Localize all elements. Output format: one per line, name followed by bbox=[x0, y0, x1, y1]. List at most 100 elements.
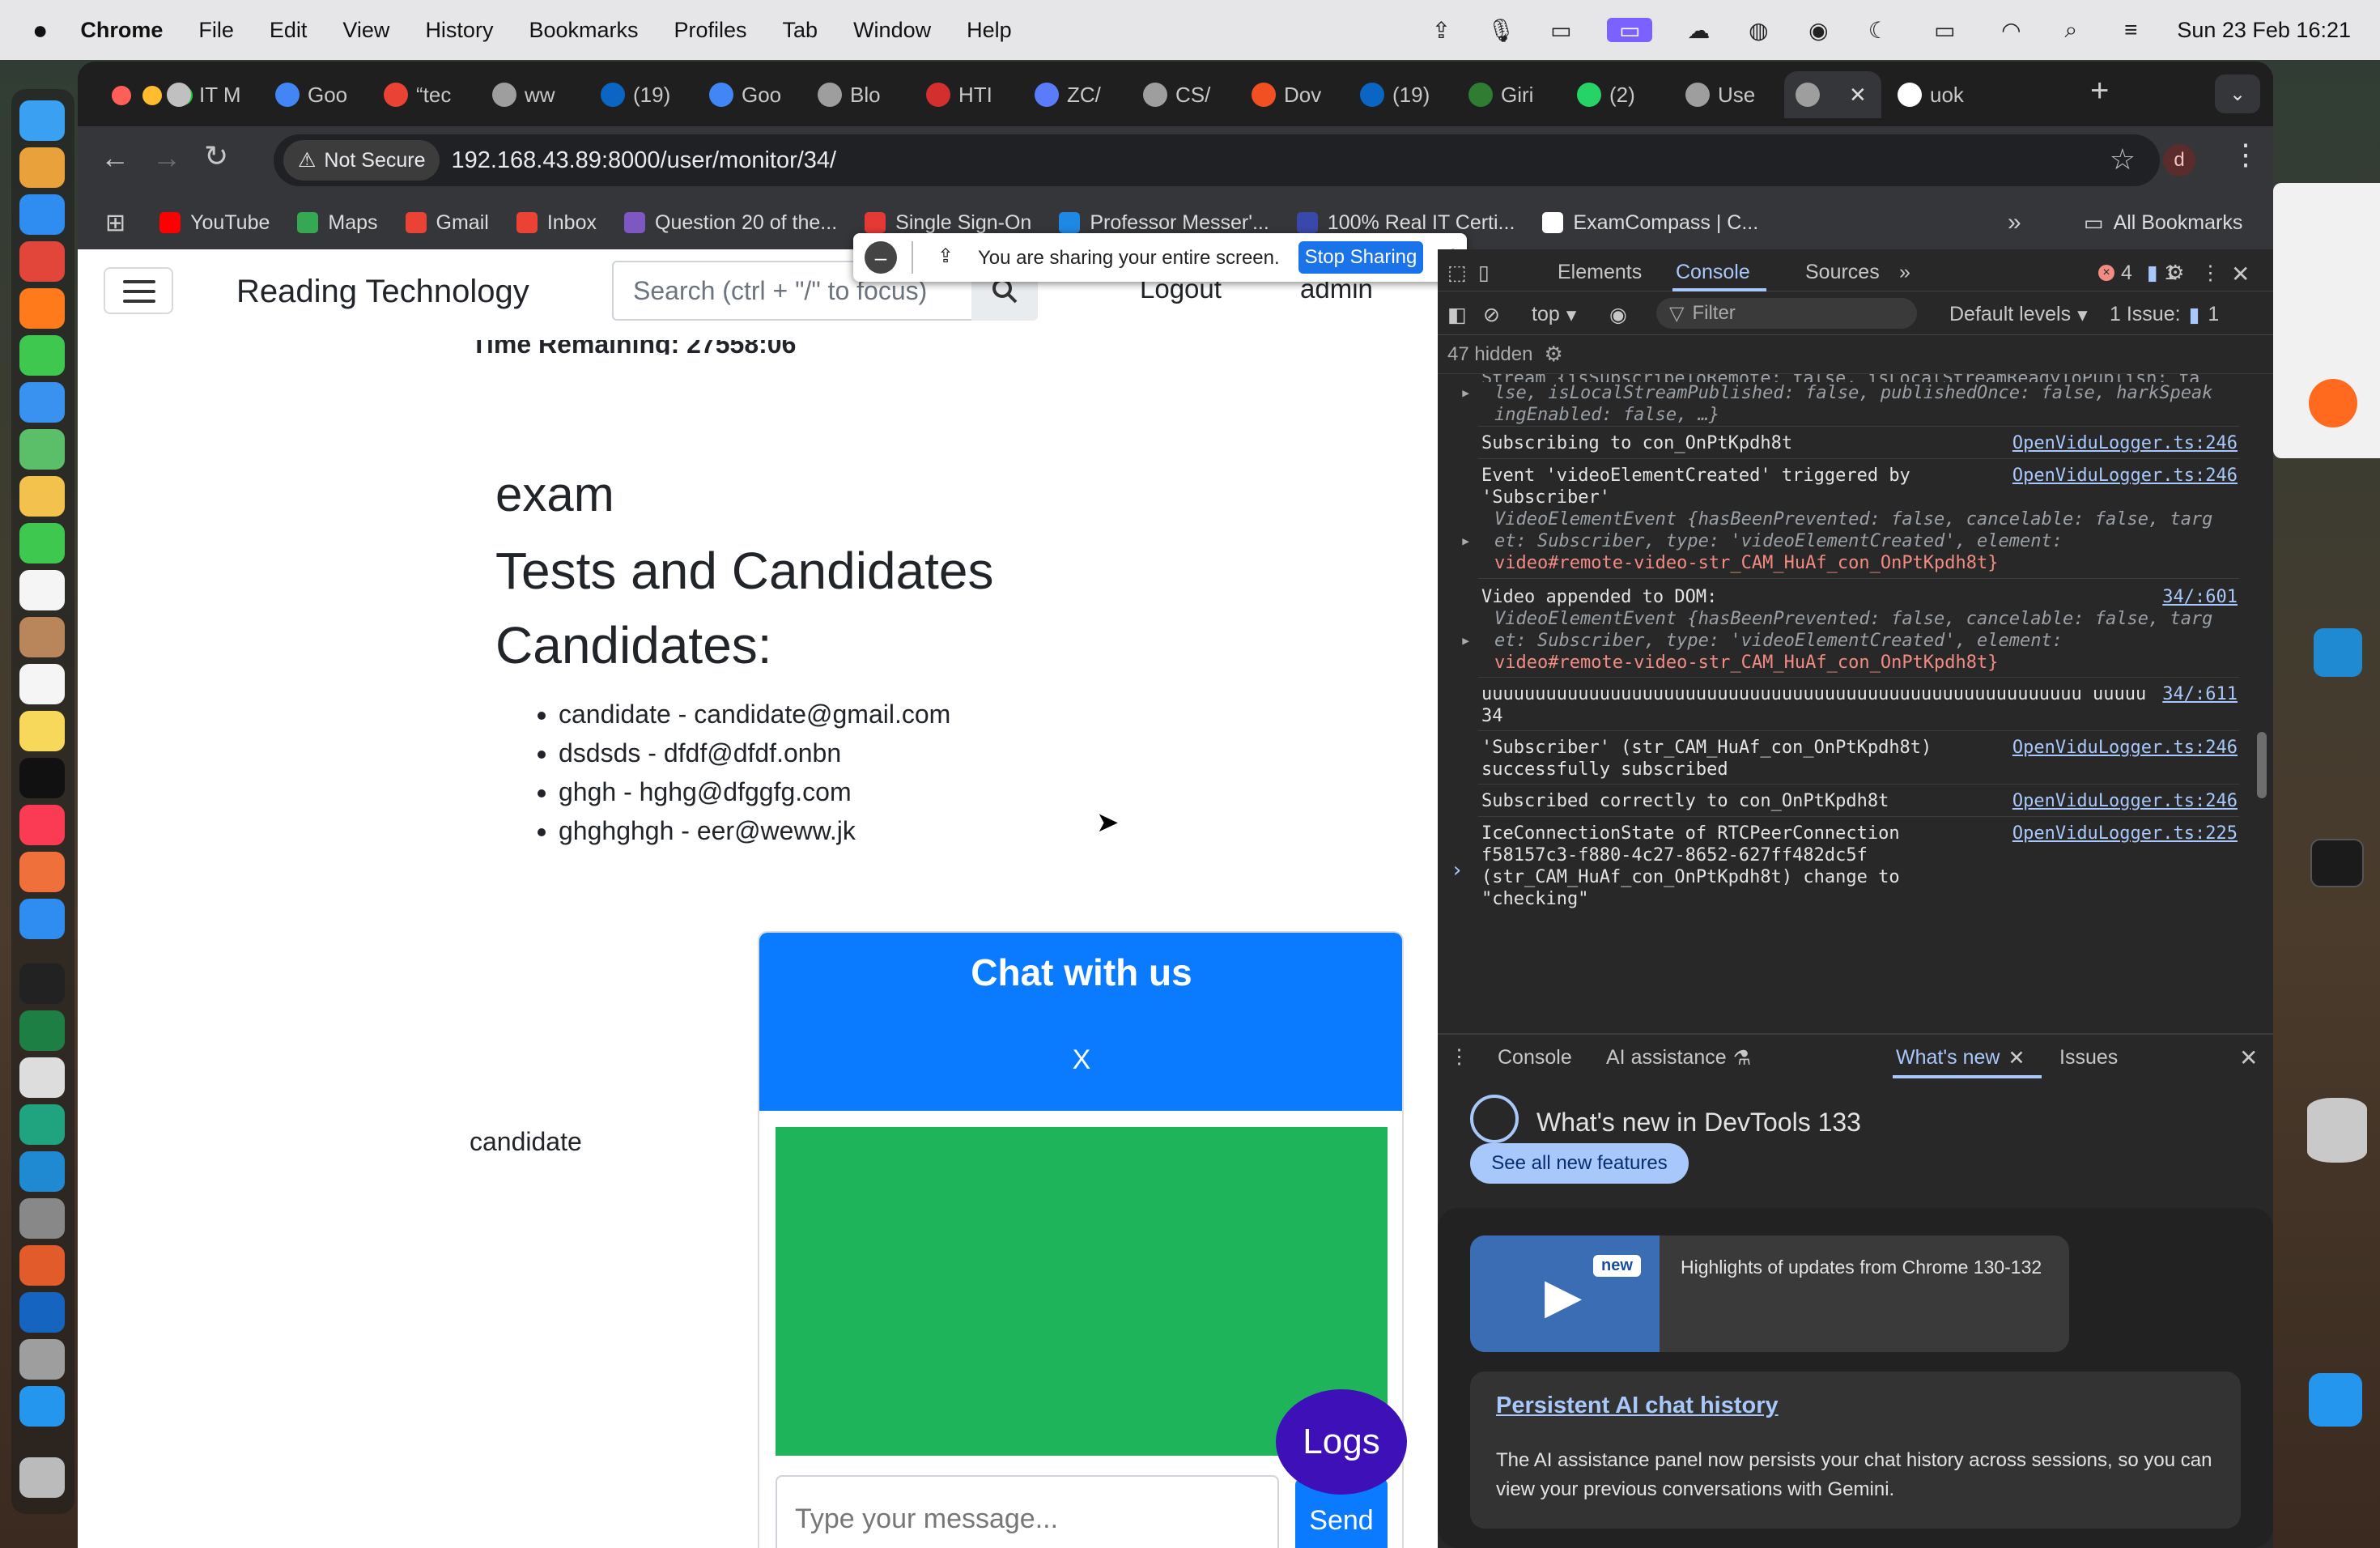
console-object-row[interactable]: ▸ lse, isLocalStreamPublished: false, pu… bbox=[1460, 382, 2226, 426]
see-all-features-button[interactable]: See all new features bbox=[1470, 1143, 1689, 1184]
bookmark-item[interactable]: Question 20 of the... bbox=[624, 211, 837, 235]
menu-bookmarks[interactable]: Bookmarks bbox=[529, 18, 638, 43]
source-link[interactable]: OpenViduLogger.ts:225 bbox=[2012, 823, 2238, 844]
docker-desktop-icon[interactable] bbox=[2309, 1373, 2362, 1427]
all-bookmarks[interactable]: ▭ All Bookmarks bbox=[2084, 211, 2242, 236]
menu-file[interactable]: File bbox=[198, 18, 234, 43]
close-tab-icon[interactable]: ✕ bbox=[2008, 1046, 2025, 1070]
firefox-icon[interactable] bbox=[19, 288, 65, 329]
browser-tab[interactable]: (19) bbox=[1349, 71, 1456, 118]
vscode-desktop-icon[interactable] bbox=[2314, 628, 2362, 677]
browser-tab[interactable]: IT M bbox=[155, 71, 262, 118]
close-window-button[interactable] bbox=[112, 86, 131, 105]
tab-search-icon[interactable]: ⌄ bbox=[2215, 74, 2260, 113]
message-input[interactable]: Type your message... bbox=[776, 1475, 1279, 1548]
console-settings-icon[interactable]: ⚙ bbox=[1544, 342, 1562, 367]
close-devtools-icon[interactable]: ✕ bbox=[2231, 261, 2250, 287]
bookmark-item[interactable]: Professor Messer'... bbox=[1059, 211, 1269, 235]
browser-tab[interactable]: (19) bbox=[589, 71, 696, 118]
menu-profiles[interactable]: Profiles bbox=[674, 18, 747, 43]
source-link[interactable]: OpenViduLogger.ts:246 bbox=[2012, 432, 2238, 454]
photos-icon[interactable] bbox=[19, 476, 65, 517]
browser-tab[interactable]: Goo bbox=[698, 71, 805, 118]
bookmark-item[interactable]: ExamCompass | C... bbox=[1542, 211, 1758, 235]
bookmark-item[interactable]: Maps bbox=[297, 211, 378, 235]
site-brand[interactable]: Reading Technology bbox=[236, 274, 529, 310]
browser-tab[interactable]: Giri bbox=[1457, 71, 1564, 118]
clear-console-icon[interactable]: ⊘ bbox=[1483, 303, 1500, 327]
bookmark-star-icon[interactable]: ☆ bbox=[2110, 142, 2136, 176]
bookmark-item[interactable]: Gmail bbox=[405, 211, 489, 235]
menu-edit[interactable]: Edit bbox=[270, 18, 308, 43]
reminders-icon[interactable] bbox=[19, 664, 65, 704]
menu-help[interactable]: Help bbox=[967, 18, 1012, 43]
trash-icon[interactable] bbox=[19, 1457, 65, 1498]
github-icon[interactable]: ◉ bbox=[1804, 18, 1832, 43]
launchpad-icon[interactable] bbox=[19, 147, 65, 188]
browser-tab[interactable]: HTI bbox=[915, 71, 1022, 118]
bookmark-item[interactable]: YouTube bbox=[159, 211, 270, 235]
live-expression-icon[interactable]: ◉ bbox=[1609, 303, 1627, 327]
close-tab-icon[interactable]: ✕ bbox=[1849, 83, 1867, 108]
safari-icon[interactable] bbox=[19, 194, 65, 235]
browser-tab[interactable]: Dov bbox=[1240, 71, 1347, 118]
browser-tab[interactable]: ww bbox=[481, 71, 588, 118]
inspect-icon[interactable]: ⬚ bbox=[1447, 261, 1467, 285]
spotlight-search-icon[interactable]: ⌕ bbox=[2057, 17, 2085, 42]
chatgpt-icon[interactable] bbox=[19, 1104, 65, 1145]
close-drawer-icon[interactable]: ✕ bbox=[2239, 1044, 2258, 1071]
menu-app-name[interactable]: Chrome bbox=[80, 18, 163, 43]
source-link[interactable]: 34/:601 bbox=[2162, 586, 2238, 608]
weather-icon[interactable]: ☁ bbox=[1685, 18, 1712, 43]
browser-tab[interactable]: ZC/ bbox=[1023, 71, 1130, 118]
source-link[interactable]: 34/:611 bbox=[2162, 683, 2238, 705]
expand-triangle-icon[interactable]: ▸ bbox=[1460, 630, 1471, 652]
dark-mode-icon[interactable]: ☾ bbox=[1864, 18, 1892, 43]
drawer-tab-whats-new[interactable]: What's new ✕ bbox=[1896, 1046, 2025, 1070]
settings-gear-icon[interactable]: ⚙ bbox=[2166, 261, 2184, 285]
firefox-desktop-icon[interactable] bbox=[2309, 379, 2357, 427]
back-icon[interactable]: ← bbox=[100, 141, 130, 175]
docker-icon[interactable] bbox=[19, 1386, 65, 1427]
bookmark-item[interactable]: Single Sign-On bbox=[865, 211, 1031, 235]
logs-button[interactable]: Logs bbox=[1276, 1389, 1407, 1495]
console-scrollbar[interactable] bbox=[2257, 732, 2267, 798]
drawer-tab-issues[interactable]: Issues bbox=[2059, 1046, 2118, 1070]
podcasts-icon[interactable] bbox=[19, 852, 65, 892]
browser-tab[interactable]: “tec bbox=[372, 71, 479, 118]
console-object-row[interactable]: ▸ VideoElementEvent {hasBeenPrevented: f… bbox=[1460, 508, 2226, 574]
browser-tab[interactable]: Goo bbox=[264, 71, 371, 118]
globe-icon[interactable]: ◍ bbox=[1745, 18, 1772, 43]
browser-tab[interactable]: (2) bbox=[1566, 71, 1672, 118]
contacts-icon[interactable] bbox=[19, 617, 65, 657]
excel-icon[interactable] bbox=[19, 1010, 65, 1051]
music-icon[interactable] bbox=[19, 805, 65, 845]
highlights-card[interactable]: ▶ new Highlights of updates from Chrome … bbox=[1470, 1235, 2069, 1352]
drawer-menu-icon[interactable]: ⋮ bbox=[1449, 1044, 1469, 1069]
browser-tab[interactable]: CS/ bbox=[1132, 71, 1239, 118]
browser-tab[interactable]: uok bbox=[1886, 71, 1993, 118]
mail-icon[interactable] bbox=[19, 382, 65, 423]
apple-icon[interactable]: ● bbox=[32, 15, 48, 45]
tab-elements[interactable]: Elements bbox=[1558, 261, 1642, 284]
log-levels-dropdown[interactable]: Default levels ▾ bbox=[1949, 303, 2088, 327]
database-desktop-icon[interactable] bbox=[2307, 1098, 2367, 1163]
browser-tab[interactable]: Use bbox=[1674, 71, 1781, 118]
menu-toggle-button[interactable] bbox=[104, 267, 173, 314]
office-icon[interactable] bbox=[19, 1245, 65, 1286]
chrome-icon[interactable] bbox=[19, 241, 65, 282]
more-tabs-icon[interactable]: » bbox=[1899, 261, 1910, 284]
app-store-icon[interactable] bbox=[19, 899, 65, 939]
notes-icon[interactable] bbox=[19, 711, 65, 751]
terminal-icon[interactable] bbox=[19, 963, 65, 1004]
bookmark-item[interactable]: 100% Real IT Certi... bbox=[1296, 211, 1515, 235]
control-center-icon[interactable]: ≡ bbox=[2117, 17, 2144, 42]
browser-tab[interactable]: ✕ bbox=[1784, 71, 1881, 118]
vscode-icon[interactable] bbox=[19, 1151, 65, 1192]
menu-tab[interactable]: Tab bbox=[783, 18, 818, 43]
issues-button[interactable]: 1 Issue: ▮ 1 bbox=[2110, 303, 2219, 327]
console-object-row[interactable]: ▸ VideoElementEvent {hasBeenPrevented: f… bbox=[1460, 608, 2226, 674]
minimize-banner-icon[interactable]: – bbox=[865, 241, 897, 274]
terminal-desktop-icon[interactable] bbox=[2310, 839, 2364, 887]
devtools-menu-icon[interactable]: ⋮ bbox=[2200, 261, 2221, 285]
